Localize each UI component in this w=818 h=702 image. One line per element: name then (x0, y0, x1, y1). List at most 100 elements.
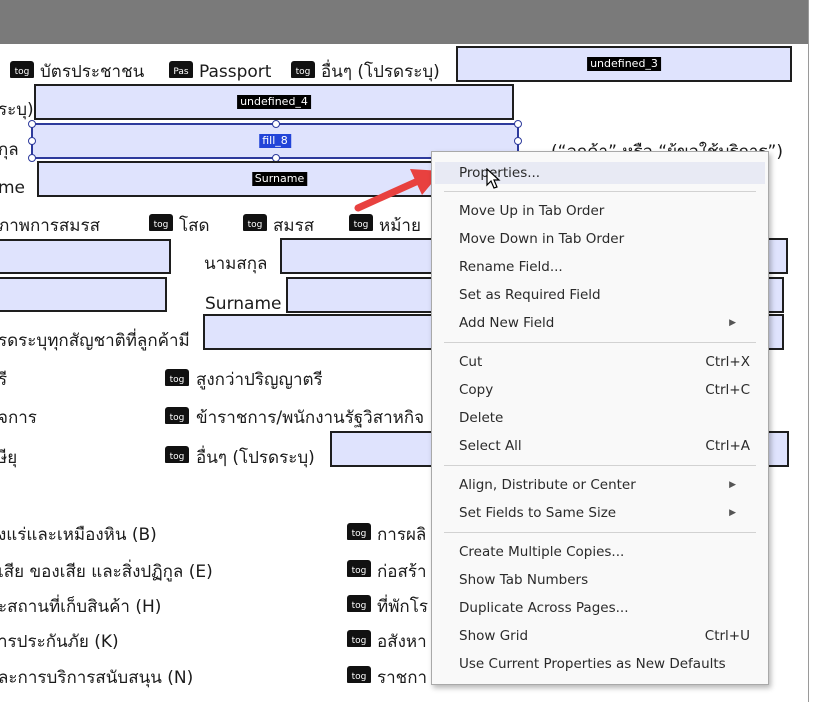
spouse-firstname-field[interactable] (0, 239, 171, 274)
other-id-checkbox[interactable]: tog (291, 61, 315, 78)
passport-checkbox[interactable]: Pas (169, 61, 193, 78)
menu-item-label: Rename Field... (459, 259, 563, 275)
category-checkbox[interactable]: tog (347, 630, 371, 647)
menu-item-label: Show Tab Numbers (459, 572, 589, 588)
category-b-label: งแร่และเหมืองหิน (B) (0, 525, 157, 545)
menu-item-align[interactable]: Align, Distribute or Center ▶ (459, 474, 750, 496)
submenu-arrow-icon: ▶ (729, 480, 736, 490)
menu-item-label: Delete (459, 410, 504, 426)
shortcut-label: Ctrl+A (705, 438, 750, 454)
id-card-label: บัตรประชาชน (40, 62, 145, 82)
menu-item-label: Use Current Properties as New Defaults (459, 656, 726, 672)
spouse-surname-label: Surname (205, 294, 282, 314)
menu-item-label: Add New Field (459, 315, 555, 331)
category-checkbox[interactable]: tog (347, 523, 371, 540)
category-k-label: ารประกันภัย (K) (0, 632, 119, 652)
passport-label: Passport (199, 62, 272, 82)
menu-item-copy[interactable]: Copy Ctrl+C (459, 379, 750, 401)
bachelor-label: รี (0, 370, 8, 390)
field-undefined-3[interactable]: undefined_3 (456, 46, 792, 82)
scrollbar-edge[interactable] (808, 0, 818, 702)
other-id-label: อื่นๆ (โปรดระบุ) (321, 62, 440, 82)
menu-item-label: Duplicate Across Pages... (459, 600, 629, 616)
menu-item-label: Set as Required Field (459, 287, 601, 303)
menu-item-defaults[interactable]: Use Current Properties as New Defaults (459, 653, 750, 675)
menu-item-same-size[interactable]: Set Fields to Same Size ▶ (459, 502, 750, 524)
menu-item-set-required[interactable]: Set as Required Field (459, 284, 750, 306)
spouse-name-en-field[interactable] (0, 277, 167, 312)
nationality-label: รดระบุทุกสัญชาติที่ลูกค้ามี (0, 331, 190, 351)
menu-item-properties[interactable]: Properties... (435, 162, 765, 184)
resize-handle[interactable] (28, 120, 36, 128)
other-occupation-label: อื่นๆ (โปรดระบุ) (196, 448, 315, 468)
menu-item-delete[interactable]: Delete (459, 407, 750, 429)
menu-item-label: Show Grid (459, 628, 529, 644)
surname-en-label: me (0, 178, 26, 198)
menu-item-multiple-copies[interactable]: Create Multiple Copies... (459, 541, 750, 563)
menu-item-label: Move Up in Tab Order (459, 203, 605, 219)
field-undefined-4[interactable]: undefined_4 (34, 84, 514, 120)
other-occupation-checkbox[interactable]: tog (165, 446, 189, 463)
id-card-checkbox[interactable]: tog (10, 61, 34, 78)
married-label: สมรส (273, 216, 315, 236)
menu-item-move-down[interactable]: Move Down in Tab Order (459, 228, 750, 250)
field-name-tag: fill_8 (259, 134, 291, 148)
category-label: ที่พักโร (377, 597, 428, 617)
shortcut-label: Ctrl+U (704, 628, 750, 644)
menu-item-move-up[interactable]: Move Up in Tab Order (459, 200, 750, 222)
document-toolbar-area (0, 0, 808, 44)
business-owner-label: จการ (0, 408, 37, 428)
gov-employee-checkbox[interactable]: tog (165, 407, 189, 424)
above-bachelor-checkbox[interactable]: tog (165, 369, 189, 386)
resize-handle[interactable] (28, 137, 36, 145)
menu-item-cut[interactable]: Cut Ctrl+X (459, 351, 750, 373)
category-label: ราชกา (377, 668, 428, 688)
category-label: การผลิ (377, 525, 427, 545)
menu-item-label: Cut (459, 354, 483, 370)
category-checkbox[interactable]: tog (347, 560, 371, 577)
mouse-pointer-icon (486, 168, 501, 189)
resize-handle[interactable] (272, 120, 280, 128)
menu-item-label: Align, Distribute or Center (459, 477, 636, 493)
menu-item-label: Select All (459, 438, 522, 454)
submenu-arrow-icon: ▶ (729, 508, 736, 518)
widowed-label: หม้าย (379, 216, 421, 236)
name-label: กุล (0, 140, 19, 160)
field-name-tag: Surname (251, 172, 308, 186)
category-n-label: ละการบริการสนับสนุน (N) (0, 668, 194, 688)
menu-item-show-grid[interactable]: Show Grid Ctrl+U (459, 625, 750, 647)
category-checkbox[interactable]: tog (347, 595, 371, 612)
field-name-tag: undefined_4 (237, 95, 311, 109)
menu-separator (444, 465, 756, 466)
menu-item-rename[interactable]: Rename Field... (459, 256, 750, 278)
context-menu: Properties... Move Up in Tab Order Move … (431, 151, 769, 685)
spouse-lastname-label: นามสกุล (204, 254, 268, 274)
married-checkbox[interactable]: tog (243, 214, 267, 231)
marital-status-label: ภาพการสมรส (0, 216, 101, 236)
widowed-checkbox[interactable]: tog (349, 214, 373, 231)
field-name-tag: undefined_3 (587, 57, 661, 71)
above-bachelor-label: สูงกว่าปริญญาตรี (196, 370, 323, 390)
menu-item-select-all[interactable]: Select All Ctrl+A (459, 435, 750, 457)
menu-item-duplicate[interactable]: Duplicate Across Pages... (459, 597, 750, 619)
category-label: อสังหา (377, 632, 427, 652)
resize-handle[interactable] (28, 154, 36, 162)
category-e-label: เสีย ของเสีย และสิ่งปฏิกูล (E) (0, 562, 213, 582)
single-checkbox[interactable]: tog (149, 214, 173, 231)
menu-item-label: Create Multiple Copies... (459, 544, 625, 560)
shortcut-label: Ctrl+X (705, 354, 750, 370)
category-checkbox[interactable]: tog (347, 666, 371, 683)
menu-item-label: Move Down in Tab Order (459, 231, 625, 247)
resize-handle[interactable] (514, 120, 522, 128)
category-label: ก่อสร้า (377, 562, 427, 582)
category-h-label: ะสถานที่เก็บสินค้า (H) (0, 597, 162, 617)
submenu-arrow-icon: ▶ (729, 318, 736, 328)
menu-separator (444, 532, 756, 533)
menu-item-tab-numbers[interactable]: Show Tab Numbers (459, 569, 750, 591)
specify-label: ระบุ) (0, 100, 34, 120)
gov-employee-label: ข้าราชการ/พนักงานรัฐวิสาหกิจ (196, 408, 425, 428)
resize-handle[interactable] (514, 137, 522, 145)
menu-item-label: Set Fields to Same Size (459, 505, 617, 521)
menu-item-add-new-field[interactable]: Add New Field ▶ (459, 312, 750, 334)
single-label: โสด (179, 216, 210, 236)
